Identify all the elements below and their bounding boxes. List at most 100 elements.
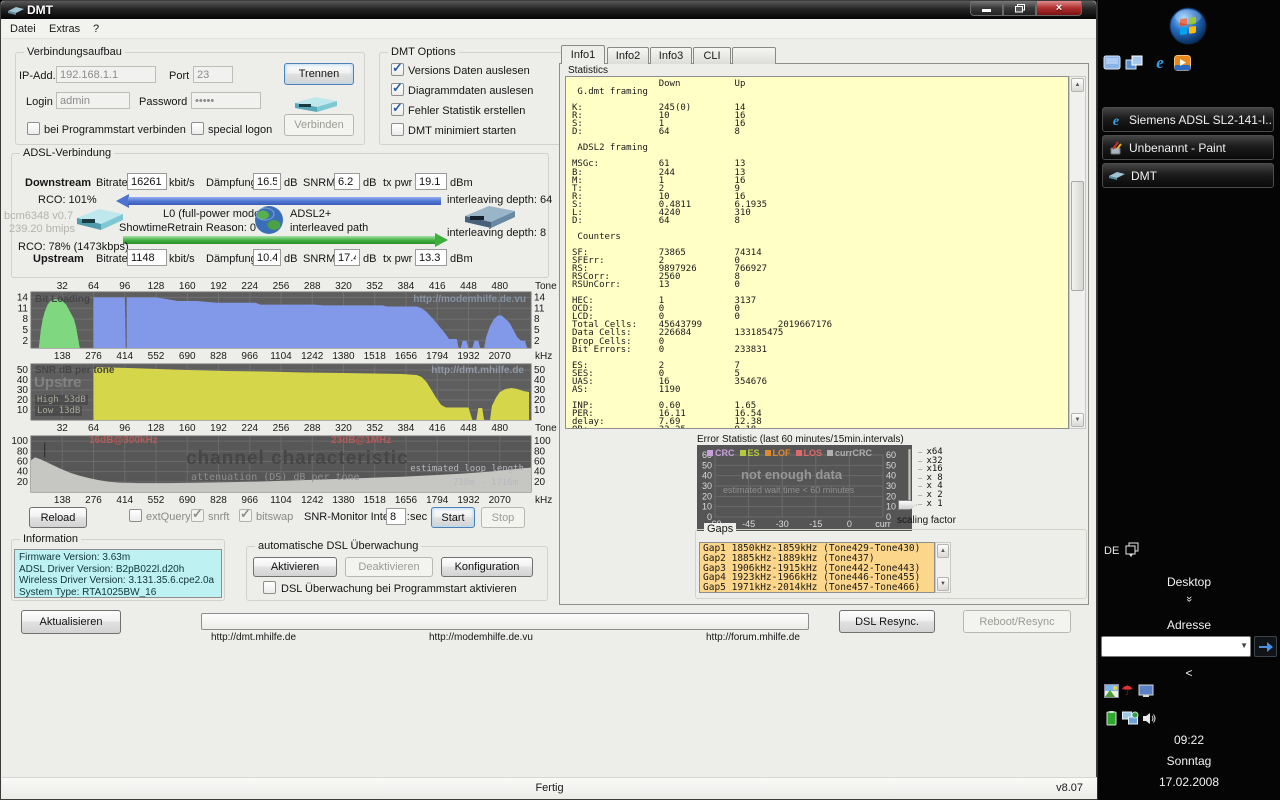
- language-indicator[interactable]: DE: [1104, 545, 1119, 557]
- tick-label: 128: [148, 423, 165, 434]
- tick-label: 416: [429, 281, 446, 292]
- dropdown-arrow-icon[interactable]: ▼: [1240, 641, 1248, 650]
- bitload-title: Bit Loading: [35, 294, 90, 305]
- ip-input[interactable]: [56, 66, 156, 83]
- slider-handle[interactable]: [898, 500, 917, 510]
- tab-info2[interactable]: Info2: [607, 47, 649, 64]
- menu-extras[interactable]: Extras: [49, 23, 80, 35]
- up-txpwr-input[interactable]: [415, 249, 447, 266]
- snr-high-label: High 53dB: [35, 395, 88, 405]
- bitrate-unit-u: kbit/s: [169, 253, 195, 265]
- special-logon-checkbox[interactable]: ✓: [191, 122, 204, 135]
- tick-label: 14: [17, 292, 29, 303]
- address-go-button[interactable]: [1254, 636, 1277, 657]
- errorstat-checkbox[interactable]: ✓: [391, 103, 404, 116]
- address-toolbar-label: Adresse: [1098, 618, 1280, 632]
- tick-label: 1242: [301, 351, 324, 362]
- menu-help[interactable]: ?: [93, 23, 99, 35]
- menu-datei[interactable]: Datei: [10, 23, 36, 35]
- gap-item[interactable]: Gap5 1971kHz-2014kHz (Tone457-Tone466): [703, 583, 931, 593]
- scroll-thumb[interactable]: [1071, 181, 1084, 291]
- picture-tray-icon[interactable]: [1104, 684, 1119, 698]
- password-input[interactable]: [191, 92, 261, 109]
- taskbar-button-label: DMT: [1131, 169, 1157, 183]
- scroll-up-icon[interactable]: ▲: [937, 544, 949, 558]
- network-tray-icon[interactable]: [1122, 711, 1139, 726]
- link-modemhilfe[interactable]: http://modemhilfe.de.vu: [429, 632, 533, 644]
- login-input[interactable]: [56, 92, 130, 109]
- statistics-box[interactable]: Down Up G.dmt framing K: 245(0) 14 R: 10…: [565, 76, 1069, 429]
- activate-button[interactable]: Aktivieren: [253, 557, 337, 577]
- interval-input[interactable]: [386, 508, 406, 525]
- refresh-button[interactable]: Aktualisieren: [21, 610, 121, 634]
- up-damp-input[interactable]: [253, 249, 281, 266]
- up-snrm-input[interactable]: [334, 249, 360, 266]
- tick-label: 828: [210, 351, 227, 362]
- tick-label: 32: [57, 423, 69, 434]
- damp-label-d: Dämpfung: [206, 177, 257, 189]
- address-input[interactable]: ▼: [1101, 636, 1251, 657]
- down-damp-input[interactable]: [253, 173, 281, 190]
- link-forum-mhilfe[interactable]: http://forum.mhilfe.de: [706, 632, 800, 644]
- scroll-down-icon[interactable]: ▼: [1071, 413, 1084, 427]
- minimized-checkbox[interactable]: ✓: [391, 123, 404, 136]
- internet-explorer-icon[interactable]: e: [1151, 53, 1169, 71]
- configuration-button[interactable]: Konfiguration: [441, 557, 533, 577]
- taskbar-button-siemens[interactable]: e Siemens ADSL SL2-141-I...: [1102, 107, 1274, 132]
- diagram-checkbox[interactable]: ✓: [391, 83, 404, 96]
- close-button[interactable]: ×: [1036, 1, 1082, 16]
- monitor-on-start-checkbox[interactable]: ✓: [263, 581, 276, 594]
- down-bitrate-input[interactable]: [127, 173, 167, 190]
- expand-tray-icon[interactable]: <: [1098, 666, 1280, 680]
- extquery-checkbox[interactable]: ✓: [129, 509, 142, 522]
- avira-umbrella-icon[interactable]: ☂: [1121, 682, 1134, 699]
- scroll-up-icon[interactable]: ▲: [1071, 78, 1084, 92]
- damp-unit-d: dB: [284, 177, 297, 189]
- titlebar[interactable]: DMT ×: [1, 1, 1096, 19]
- scale-label: x 1: [918, 500, 943, 509]
- standard-label: ADSL2+: [290, 208, 331, 220]
- globe-icon: [254, 205, 284, 235]
- start-button[interactable]: Start: [431, 507, 475, 528]
- start-button[interactable]: [1168, 6, 1208, 46]
- taskbar-button-dmt[interactable]: DMT: [1102, 163, 1274, 188]
- tick-label: 288: [304, 281, 321, 292]
- tab-info1[interactable]: Info1: [561, 45, 605, 64]
- bmips-label: 239.20 bmips: [9, 223, 75, 235]
- port-input[interactable]: [193, 66, 233, 83]
- tick-label: kHz: [535, 495, 552, 506]
- down-txpwr-input[interactable]: [415, 173, 447, 190]
- minimize-button[interactable]: [970, 1, 1003, 16]
- tick-label: 20: [534, 477, 546, 488]
- up-bitrate-input[interactable]: [127, 249, 167, 266]
- reload-button[interactable]: Reload: [29, 507, 87, 528]
- language-bar-icon[interactable]: [1125, 542, 1139, 556]
- connect-on-start-checkbox[interactable]: ✓: [27, 122, 40, 135]
- gaps-listbox[interactable]: Gap1 1850kHz-1859kHz (Tone429-Tone430)Ga…: [699, 542, 935, 593]
- link-dmt-mhilfe[interactable]: http://dmt.mhilfe.de: [211, 632, 296, 644]
- tick-label: 552: [148, 495, 165, 506]
- dsl-resync-button[interactable]: DSL Resync.: [839, 610, 935, 633]
- taskbar-button-paint[interactable]: Unbenannt - Paint: [1102, 135, 1274, 160]
- restore-button[interactable]: [1003, 1, 1036, 16]
- tab-info3[interactable]: Info3: [650, 47, 692, 64]
- show-desktop-icon[interactable]: [1103, 55, 1121, 71]
- tick-label: 2: [534, 336, 540, 347]
- display-tray-icon[interactable]: [1138, 684, 1154, 698]
- snr-chart: 3264961281601922242562883203523844164484…: [11, 362, 546, 436]
- down-snrm-input[interactable]: [334, 173, 360, 190]
- tick-label: 480: [491, 423, 508, 434]
- scroll-down-icon[interactable]: ▼: [937, 577, 949, 591]
- battery-tray-icon[interactable]: [1105, 711, 1119, 726]
- diagram-label: Diagrammdaten auslesen: [408, 85, 533, 97]
- gaps-scrollbar[interactable]: ▲ ▼: [935, 542, 951, 593]
- tab-cli[interactable]: CLI: [693, 47, 731, 64]
- chevron-down-icon[interactable]: »: [1098, 593, 1280, 605]
- desktop-toolbar-label[interactable]: Desktop: [1098, 575, 1280, 589]
- window-switcher-icon[interactable]: [1125, 55, 1143, 71]
- versions-checkbox[interactable]: ✓: [391, 63, 404, 76]
- disconnect-button[interactable]: Trennen: [284, 63, 354, 85]
- statistics-scrollbar[interactable]: ▲ ▼: [1069, 76, 1086, 429]
- media-player-icon[interactable]: [1174, 55, 1191, 71]
- volume-tray-icon[interactable]: [1142, 711, 1157, 726]
